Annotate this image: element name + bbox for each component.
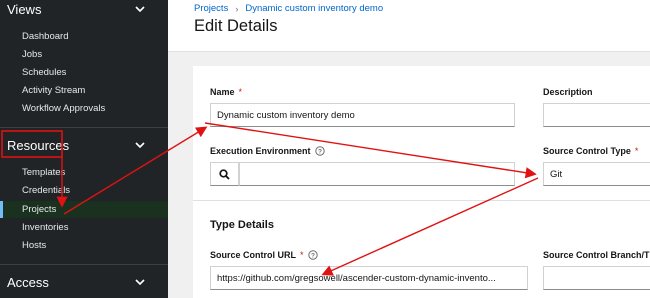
chevron-down-icon (135, 6, 145, 13)
nav-group-views-label: Views (7, 1, 42, 17)
chevron-down-icon (135, 279, 145, 286)
breadcrumb-current-link[interactable]: Dynamic custom inventory demo (245, 3, 383, 14)
required-asterisk: * (300, 250, 304, 260)
source-control-type-label-text: Source Control Type (543, 146, 631, 156)
source-control-url-label-text: Source Control URL (210, 250, 297, 260)
sidebar-item-inventories[interactable]: Inventories (22, 222, 68, 233)
nav-group-access-label: Access (7, 274, 49, 290)
page-header: Projects › Dynamic custom inventory demo… (168, 0, 650, 52)
search-icon (219, 168, 230, 180)
sidebar-item-projects[interactable]: Projects (22, 204, 56, 215)
nav-group-access[interactable]: Access (0, 273, 168, 291)
sidebar-item-jobs[interactable]: Jobs (22, 49, 42, 60)
sidebar-item-credentials[interactable]: Credentials (22, 185, 70, 196)
name-label-text: Name (210, 87, 235, 97)
breadcrumb-projects-link[interactable]: Projects (194, 3, 228, 14)
svg-text:?: ? (311, 253, 315, 260)
source-control-url-label: Source Control URL * ? (210, 250, 318, 260)
nav-divider (0, 127, 168, 128)
source-control-url-input[interactable]: https://github.com/gregsowell/ascender-c… (210, 266, 528, 290)
sidebar-item-activity-stream[interactable]: Activity Stream (22, 85, 85, 96)
svg-text:?: ? (318, 149, 322, 156)
sidebar-item-schedules[interactable]: Schedules (22, 67, 66, 78)
sidebar-item-workflow-approvals[interactable]: Workflow Approvals (22, 103, 105, 114)
execution-environment-input[interactable] (239, 162, 515, 186)
breadcrumb-separator-icon: › (235, 3, 239, 14)
nav-group-views[interactable]: Views (0, 0, 168, 18)
breadcrumb: Projects › Dynamic custom inventory demo (194, 3, 383, 14)
help-icon[interactable]: ? (314, 146, 325, 156)
name-label: Name * (210, 87, 242, 97)
nav-divider (0, 264, 168, 265)
nav-group-resources-label: Resources (7, 137, 70, 153)
execution-environment-label-text: Execution Environment (210, 146, 311, 156)
execution-environment-search-button[interactable] (210, 162, 239, 186)
chevron-down-icon (135, 142, 145, 149)
sidebar-item-hosts[interactable]: Hosts (22, 240, 46, 251)
description-input[interactable] (543, 103, 650, 127)
description-label: Description (543, 87, 593, 97)
edit-form-card: Name * Dynamic custom inventory demo Des… (193, 66, 650, 298)
required-asterisk: * (634, 146, 639, 156)
sidebar-nav: Views Dashboard Jobs Schedules Activity … (0, 0, 168, 298)
sidebar-item-dashboard[interactable]: Dashboard (22, 31, 68, 42)
source-control-branch-label: Source Control Branch/T (543, 250, 650, 260)
nav-group-resources[interactable]: Resources (0, 136, 168, 154)
section-divider (193, 200, 650, 201)
help-icon[interactable]: ? (307, 250, 318, 260)
required-asterisk: * (238, 87, 243, 97)
source-control-branch-input[interactable] (543, 266, 650, 290)
type-details-heading: Type Details (210, 219, 274, 231)
source-control-type-select[interactable]: Git (543, 162, 650, 186)
execution-environment-label: Execution Environment ? (210, 146, 325, 156)
source-control-type-label: Source Control Type * (543, 146, 638, 156)
page-title: Edit Details (194, 17, 278, 35)
sidebar-item-templates[interactable]: Templates (22, 167, 65, 178)
name-input[interactable]: Dynamic custom inventory demo (210, 103, 515, 127)
